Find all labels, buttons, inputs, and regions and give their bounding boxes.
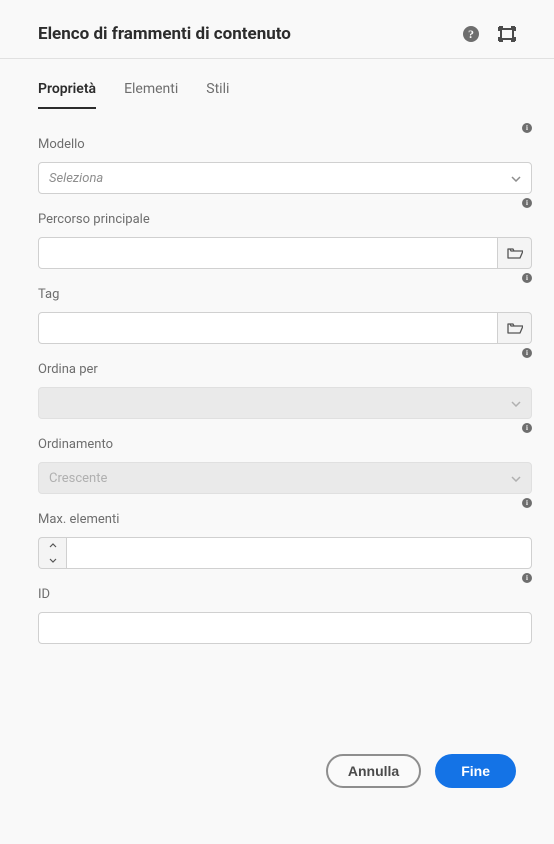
dialog-title: Elenco di frammenti di contenuto	[38, 24, 291, 44]
label-id: ID	[38, 587, 532, 602]
label-model: Modello	[38, 137, 532, 152]
select-model[interactable]: Seleziona	[38, 162, 532, 194]
tabs: Proprietà Elementi Stili	[38, 81, 532, 109]
field-tag: Tag	[38, 287, 532, 344]
input-max-items[interactable]	[66, 537, 532, 569]
info-icon[interactable]	[522, 198, 532, 208]
dialog-panel: Elenco di frammenti di contenuto ? Propr…	[0, 0, 554, 844]
label-tag: Tag	[38, 287, 532, 302]
dialog-footer: Annulla Fine	[0, 736, 554, 788]
field-model: Modello Seleziona	[38, 137, 532, 194]
label-max-items: Max. elementi	[38, 512, 532, 527]
field-parent-path: Percorso principale	[38, 212, 532, 269]
select-order-by[interactable]	[38, 387, 532, 419]
select-sort-order[interactable]: Crescente	[38, 462, 532, 494]
info-icon[interactable]	[522, 423, 532, 433]
chevron-down-icon	[511, 171, 521, 186]
folder-open-icon	[507, 246, 523, 260]
info-icon[interactable]	[522, 498, 532, 508]
field-max-items: Max. elementi	[38, 512, 532, 569]
input-tag[interactable]	[38, 312, 498, 344]
chevron-down-icon	[511, 396, 521, 411]
browse-button[interactable]	[498, 237, 532, 269]
fullscreen-icon[interactable]	[498, 25, 516, 43]
stepper-down[interactable]	[39, 553, 66, 568]
header-actions: ?	[462, 25, 516, 43]
select-sort-order-value: Crescente	[49, 471, 107, 486]
help-icon[interactable]: ?	[462, 25, 480, 43]
cancel-button[interactable]: Annulla	[326, 754, 421, 788]
stepper-buttons	[38, 537, 66, 569]
browse-tag-button[interactable]	[498, 312, 532, 344]
stepper-up[interactable]	[39, 538, 66, 553]
chevron-down-icon	[511, 471, 521, 486]
select-model-value: Seleziona	[49, 171, 103, 186]
content-scroll[interactable]: Proprietà Elementi Stili Modello Selezio…	[0, 59, 554, 736]
input-group-tag	[38, 312, 532, 344]
info-icon[interactable]	[522, 348, 532, 358]
input-group-parent-path	[38, 237, 532, 269]
input-id[interactable]	[38, 612, 532, 644]
dialog-header: Elenco di frammenti di contenuto ?	[0, 0, 554, 59]
label-parent-path: Percorso principale	[38, 212, 532, 227]
field-order-by: Ordina per	[38, 362, 532, 419]
done-button[interactable]: Fine	[435, 754, 516, 788]
input-parent-path[interactable]	[38, 237, 498, 269]
properties-form: Modello Seleziona Percorso principale	[38, 137, 532, 682]
tab-properties[interactable]: Proprietà	[38, 81, 96, 109]
field-sort-order: Ordinamento Crescente	[38, 437, 532, 494]
info-icon[interactable]	[522, 573, 532, 583]
stepper-max-items	[38, 537, 532, 569]
folder-open-icon	[507, 321, 523, 335]
svg-text:?: ?	[468, 27, 474, 41]
tab-elements[interactable]: Elementi	[124, 81, 178, 109]
info-icon[interactable]	[522, 123, 532, 133]
info-icon[interactable]	[522, 273, 532, 283]
label-sort-order: Ordinamento	[38, 437, 532, 452]
tab-styles[interactable]: Stili	[206, 81, 229, 109]
field-id: ID	[38, 587, 532, 644]
label-order-by: Ordina per	[38, 362, 532, 377]
